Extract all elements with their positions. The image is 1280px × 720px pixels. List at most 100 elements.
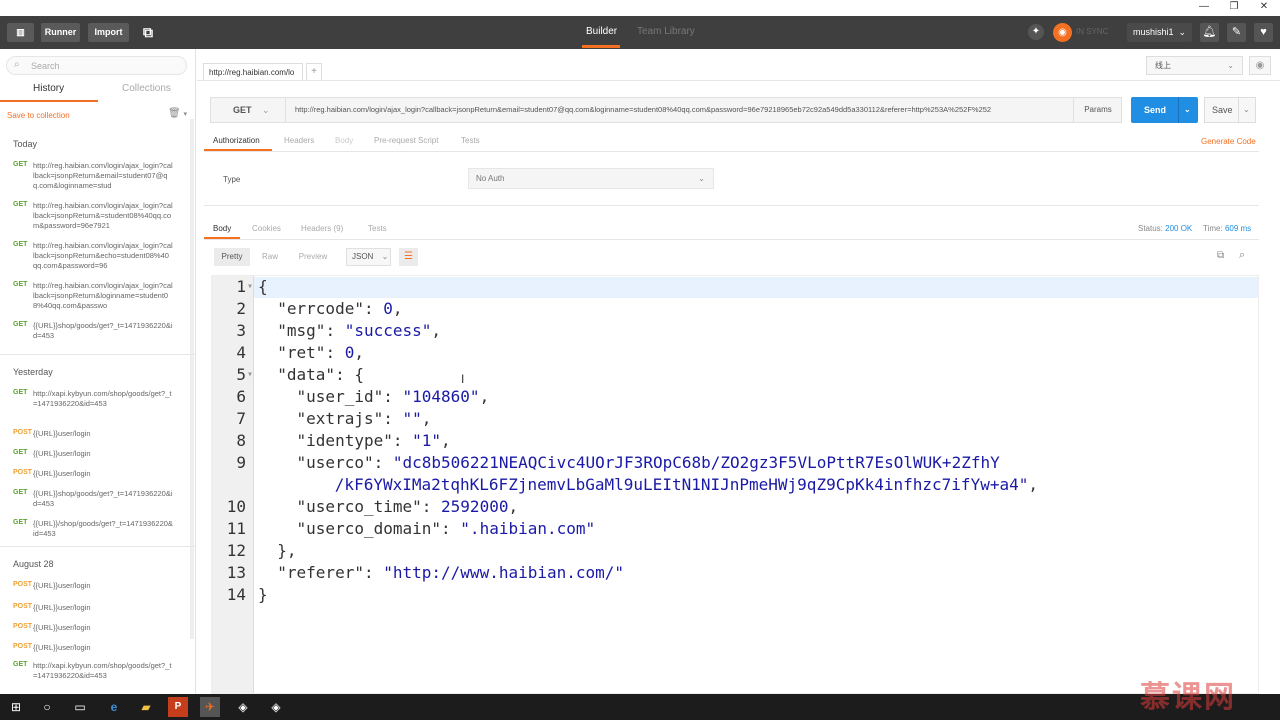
import-button[interactable]: Import (88, 23, 129, 42)
code-line: 1 ▾ { (212, 276, 1258, 298)
line-number: 2 (236, 299, 246, 318)
tab-pre-request-script[interactable]: Pre-request Script (374, 136, 438, 145)
status-info: Status: 200 OK (1138, 224, 1192, 233)
code-line: 5 ▾ "data": { (212, 364, 1258, 386)
sidebar-scrollbar[interactable] (190, 119, 194, 639)
line-number: 10 (226, 497, 246, 516)
fold-toggle-icon[interactable]: ▾ (247, 364, 253, 386)
tab-history[interactable]: History (33, 83, 64, 94)
add-tab-button[interactable]: + (306, 63, 322, 81)
wrap-lines-button[interactable]: ☰ (399, 248, 418, 266)
line-number: 11 (226, 519, 246, 538)
view-preview-button[interactable]: Preview (292, 248, 334, 266)
format-value: JSON (352, 252, 374, 261)
close-button[interactable]: ✕ (1249, 0, 1279, 16)
tab-team-library[interactable]: Team Library (637, 26, 695, 37)
code-line: 6 "user_id": "104860", (212, 386, 1258, 408)
view-pretty-button[interactable]: Pretty (214, 248, 250, 266)
url-input[interactable]: http://reg.haibian.com/login/ajax_login?… (295, 98, 1070, 122)
code-text: "identype": "1", (296, 431, 451, 450)
chevron-down-icon[interactable]: ⌄ (1184, 97, 1191, 123)
tab-response-body[interactable]: Body (213, 224, 231, 233)
restore-button[interactable]: ❐ (1219, 0, 1249, 16)
environment-value: 线上 (1155, 61, 1171, 70)
user-menu[interactable]: mushishi1 ⌄ (1127, 23, 1192, 42)
minimize-button[interactable]: — (1189, 0, 1219, 16)
line-number: 8 (236, 431, 246, 450)
file-explorer-icon[interactable]: ▰ (136, 697, 156, 717)
runner-button[interactable]: Runner (41, 23, 80, 42)
code-text: "msg": "success", (277, 321, 442, 340)
chevron-down-icon: ⌄ (262, 105, 270, 115)
generate-code-link[interactable]: Generate Code (1201, 137, 1256, 146)
method-select[interactable]: GET ⌄ (211, 98, 286, 122)
params-button[interactable]: Params (1073, 98, 1122, 122)
cortana-icon[interactable]: ○ (37, 697, 57, 717)
response-body-viewer[interactable]: 1 ▾{2 "errcode": 0, 3 "msg": "success", 4 "… (211, 275, 1259, 694)
task-view-icon[interactable]: ▭ (70, 697, 90, 717)
tab-tests[interactable]: Tests (461, 136, 480, 145)
auth-type-label: Type (223, 175, 241, 184)
user-name: mushishi1 (1133, 27, 1174, 37)
auth-type-select[interactable]: No Auth ⌄ (468, 168, 714, 189)
chevron-down-icon: ⌄ (1227, 61, 1234, 70)
save-to-collection-link[interactable]: Save to collection (7, 111, 70, 120)
fold-toggle-icon[interactable]: ▾ (247, 276, 253, 298)
code-text: "userco": "dc8b506221NEAQCivc4UOrJF3ROpC… (258, 453, 1000, 472)
powerpoint-icon[interactable]: P (168, 697, 188, 717)
sync-status: IN SYNC (1076, 27, 1109, 36)
interceptor-icon[interactable]: ✦ (1028, 24, 1044, 40)
history-group-label: August 28 (13, 559, 54, 569)
windows-start-icon[interactable]: ⊞ (6, 697, 26, 717)
code-text: "ret": 0, (277, 343, 364, 362)
sidebar-toggle-button[interactable]: ▥ (7, 23, 34, 42)
history-item-method: GET (13, 519, 28, 526)
delete-history-button[interactable]: 🗑︎ ▾ (168, 108, 187, 119)
tab-authorization[interactable]: Authorization (213, 136, 260, 145)
favorites-button[interactable]: ♥ (1254, 23, 1273, 42)
tab-cookies[interactable]: Cookies (252, 224, 281, 233)
line-number: 14 (226, 585, 246, 604)
history-group-label: Yesterday (13, 367, 53, 377)
tab-body[interactable]: Body (335, 136, 353, 145)
auth-type-value: No Auth (476, 174, 505, 183)
response-tabs-divider (204, 239, 1259, 240)
view-raw-button[interactable]: Raw (254, 248, 286, 266)
search-placeholder: Search (31, 61, 60, 71)
tab-response-tests[interactable]: Tests (368, 224, 387, 233)
app-icon[interactable]: ◈ (266, 697, 286, 717)
settings-button[interactable]: ✎ (1227, 23, 1246, 42)
app-icon[interactable]: ◈ (233, 697, 253, 717)
tab-builder[interactable]: Builder (586, 26, 617, 37)
line-number: 12 (226, 541, 246, 560)
environment-select[interactable]: 线上 ⌄ (1146, 56, 1243, 75)
postman-icon[interactable]: ✈ (200, 697, 220, 717)
chevron-down-icon[interactable]: ⌄ (1243, 98, 1250, 122)
request-tab[interactable]: http://reg.haibian.com/lo (203, 63, 303, 81)
history-item-method: POST (13, 603, 33, 610)
line-number: 5 (236, 365, 246, 384)
method-value: GET (233, 105, 252, 115)
environment-quick-look-button[interactable]: ◉ (1249, 56, 1271, 75)
format-select[interactable]: JSON ⌄ (346, 248, 391, 266)
history-item-url: {{URL}}user/login (33, 623, 91, 632)
text-cursor-icon: I (461, 372, 465, 386)
copy-icon[interactable]: ⧉ (1217, 250, 1224, 261)
sync-icon[interactable]: ◉ (1053, 23, 1072, 42)
sidebar-search-input[interactable]: ⌕ Search (6, 56, 187, 75)
line-number: 6 (236, 387, 246, 406)
notifications-button[interactable]: 🔔︎ (1200, 23, 1219, 42)
bell-icon: 🔔︎ (1202, 26, 1217, 38)
code-line: 4 "ret": 0, (212, 342, 1258, 364)
edge-icon[interactable]: e (104, 697, 124, 717)
tab-collections[interactable]: Collections (122, 83, 171, 94)
new-tab-button[interactable]: ⧉ (137, 23, 159, 42)
save-button[interactable]: Save ⌄ (1204, 97, 1256, 123)
send-button[interactable]: Send ⌄ (1131, 97, 1198, 123)
search-icon: ⌕ (14, 59, 20, 70)
tab-response-headers[interactable]: Headers (9) (301, 224, 343, 233)
tab-headers[interactable]: Headers (284, 136, 314, 145)
search-icon[interactable]: ⌕ (1239, 249, 1245, 262)
line-number: 1 (236, 277, 246, 296)
history-item-url: {{URL}}user/login (33, 429, 91, 438)
